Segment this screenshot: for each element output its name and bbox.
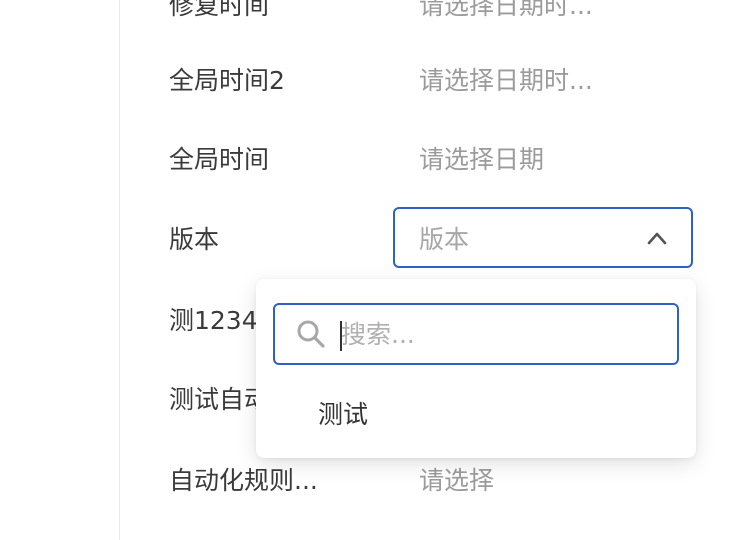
search-icon <box>297 320 325 348</box>
datetime-picker[interactable]: 请选择日期时... <box>419 0 593 22</box>
field-label: 测试自动 <box>169 385 270 414</box>
chevron-up-icon[interactable] <box>647 231 667 245</box>
search-input[interactable] <box>337 313 671 355</box>
version-select[interactable]: 版本 <box>393 207 693 268</box>
field-label: 全局时间 <box>169 145 270 174</box>
field-label: 修复时间 <box>169 0 270 20</box>
form-page: 修复时间 请选择日期时... 全局时间2 请选择日期时... 全局时间 请选择日… <box>0 0 742 540</box>
form-row-global-time: 全局时间 请选择日期 <box>0 128 742 188</box>
form-row-global-time-2: 全局时间2 请选择日期时... <box>0 49 742 109</box>
dropdown-search[interactable] <box>273 303 679 365</box>
datetime-picker[interactable]: 请选择日期时... <box>419 61 593 97</box>
form-row-modify-time: 修复时间 请选择日期时... <box>0 0 742 34</box>
text-cursor <box>340 321 342 351</box>
field-label: 自动化规则... <box>169 466 318 495</box>
select-field[interactable]: 请选择 <box>419 461 494 497</box>
field-label: 版本 <box>169 225 220 254</box>
option-label: 测试 <box>318 400 369 429</box>
select-placeholder: 版本 <box>419 224 470 254</box>
version-dropdown: 测试 <box>256 279 696 458</box>
field-label: 全局时间2 <box>169 66 285 95</box>
field-label: 测1234 <box>169 306 258 335</box>
form-row-automation-rule: 自动化规则... 请选择 <box>0 449 742 509</box>
dropdown-option[interactable]: 测试 <box>256 383 696 443</box>
date-picker[interactable]: 请选择日期 <box>419 140 544 176</box>
